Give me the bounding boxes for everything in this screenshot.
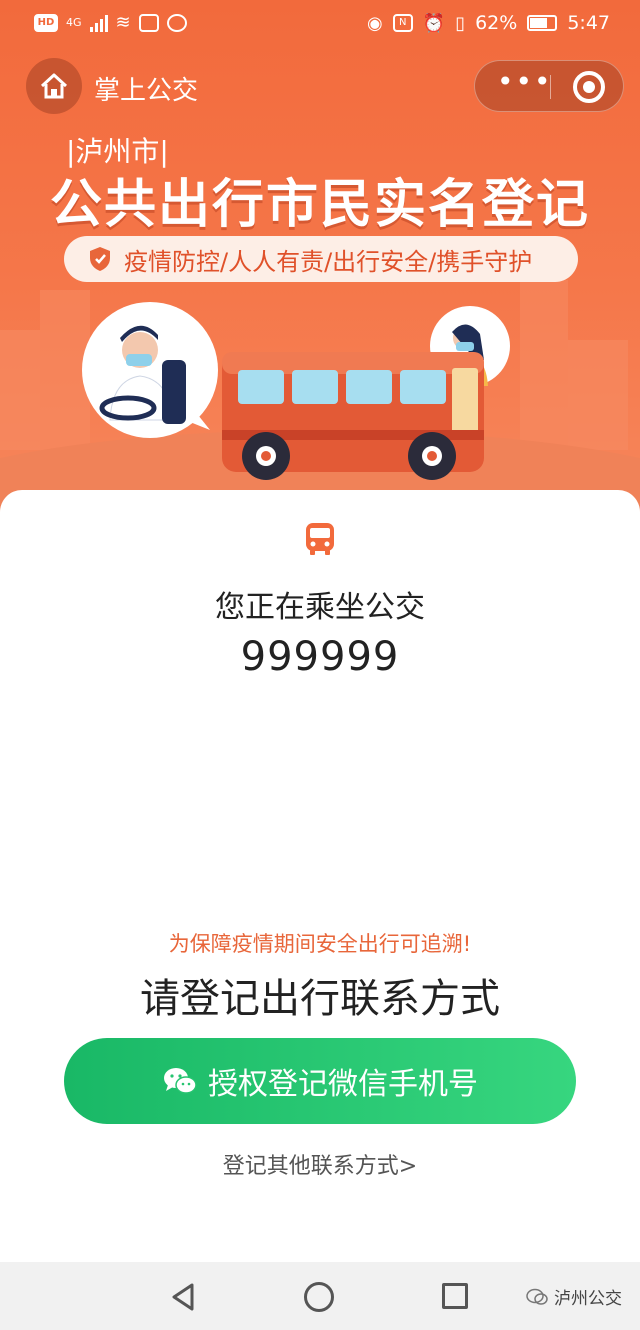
safety-notice: 为保障疫情期间安全出行可追溯!	[168, 932, 472, 956]
banner-headline: 公共出行市民实名登记	[49, 175, 590, 235]
authorize-button-label: 授权登记微信手机号	[208, 1067, 478, 1102]
close-mini-program-button[interactable]	[573, 71, 605, 103]
recent-apps-icon[interactable]	[442, 1283, 468, 1309]
app-notification-icon	[138, 13, 159, 32]
capsule-divider	[550, 75, 551, 99]
bus-icon	[306, 523, 334, 555]
clock: 5:47	[567, 12, 610, 34]
home-icon	[40, 73, 68, 99]
shield-icon	[90, 247, 110, 271]
bus-illustration	[82, 302, 510, 480]
authorize-wechat-phone-button[interactable]: 授权登记微信手机号	[64, 1038, 576, 1124]
system-navigation-bar: 泸州公交	[0, 1262, 640, 1330]
register-title: 请登记出行联系方式	[140, 976, 500, 1022]
more-menu-button[interactable]: •••	[497, 68, 551, 101]
registration-card: 您正在乘坐公交 999999 为保障疫情期间安全出行可追溯! 请登记出行联系方式…	[0, 490, 640, 1262]
header-banner: HD 4G ≋ ◉ N ⏰ ▯ 62% 5:47 掌上公交 ••• |泸州市| …	[0, 0, 640, 520]
battery-percent: 62%	[475, 12, 518, 34]
slogan-pill: 疫情防控/人人有责/出行安全/携手守护	[64, 236, 578, 282]
mini-program-nav: 掌上公交 •••	[0, 52, 640, 122]
status-bar: HD 4G ≋ ◉ N ⏰ ▯ 62% 5:47	[0, 0, 640, 46]
signal-icon	[89, 14, 108, 32]
nfc-icon: N	[392, 14, 413, 32]
home-key-icon[interactable]	[304, 1282, 334, 1312]
battery-icon	[527, 15, 558, 31]
wechat-official-icon	[526, 1288, 548, 1305]
riding-status-text: 您正在乘坐公交	[215, 590, 425, 625]
chat-notification-icon	[166, 13, 187, 32]
back-icon[interactable]	[170, 1282, 196, 1312]
other-contact-link[interactable]: 登记其他联系方式>	[0, 1148, 640, 1180]
capsule-menu: •••	[474, 60, 624, 112]
hd-icon: HD	[34, 13, 58, 32]
watermark-text: 泸州公交	[554, 1289, 622, 1309]
wechat-icon	[164, 1068, 197, 1094]
page-title: 掌上公交	[94, 76, 199, 106]
watermark: 泸州公交	[526, 1284, 622, 1309]
wifi-icon: ≋	[115, 12, 131, 33]
home-button[interactable]	[26, 58, 82, 114]
network-label: 4G	[66, 16, 82, 29]
eye-icon: ◉	[367, 12, 383, 34]
alarm-icon: ⏰	[422, 12, 446, 34]
bus-number: 999999	[240, 634, 400, 680]
slogan-text: 疫情防控/人人有责/出行安全/携手守护	[124, 247, 533, 276]
vibrate-icon: ▯	[455, 12, 466, 34]
